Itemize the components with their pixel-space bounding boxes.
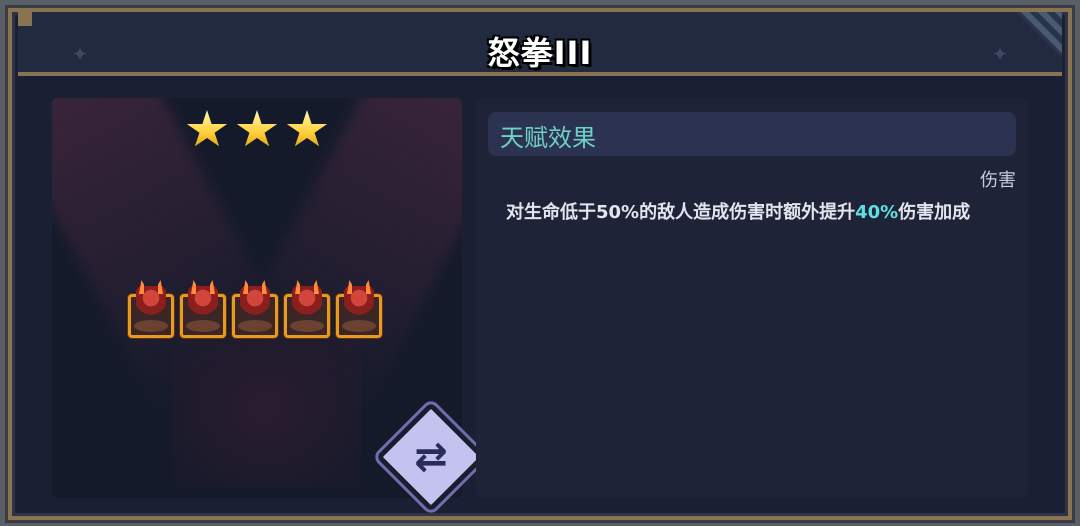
demon-unit-icon [128,280,174,338]
desc-highlight: 40% [855,202,899,223]
desc-text-end: 伤害加成 [898,202,971,223]
talent-title: 怒拳III [487,34,593,72]
star-rating [186,110,336,150]
talent-detail-panel [476,98,1028,498]
corner-ornament-left [18,12,32,26]
demon-unit-icon [180,280,226,338]
star-icon [186,110,228,147]
damage-tag: 伤害 [980,170,1016,191]
demon-unit-icon [232,280,278,338]
unit-row [128,280,382,338]
demon-unit-icon [336,280,382,338]
stage-glow [172,328,362,488]
title-bar: ✦ ✦ 怒拳III [18,12,1062,76]
talent-description: 对生命低于50%的敌人造成伤害时额外提升40%伤害加成 [506,200,1026,226]
star-icon [236,110,278,147]
star-icon [286,110,328,147]
desc-text: 对生命低于50%的敌人造成伤害时额外提升 [506,202,856,223]
section-title: 天赋效果 [500,124,596,152]
demon-unit-icon [284,280,330,338]
swap-arrows-icon[interactable]: ⇄ [392,418,470,496]
